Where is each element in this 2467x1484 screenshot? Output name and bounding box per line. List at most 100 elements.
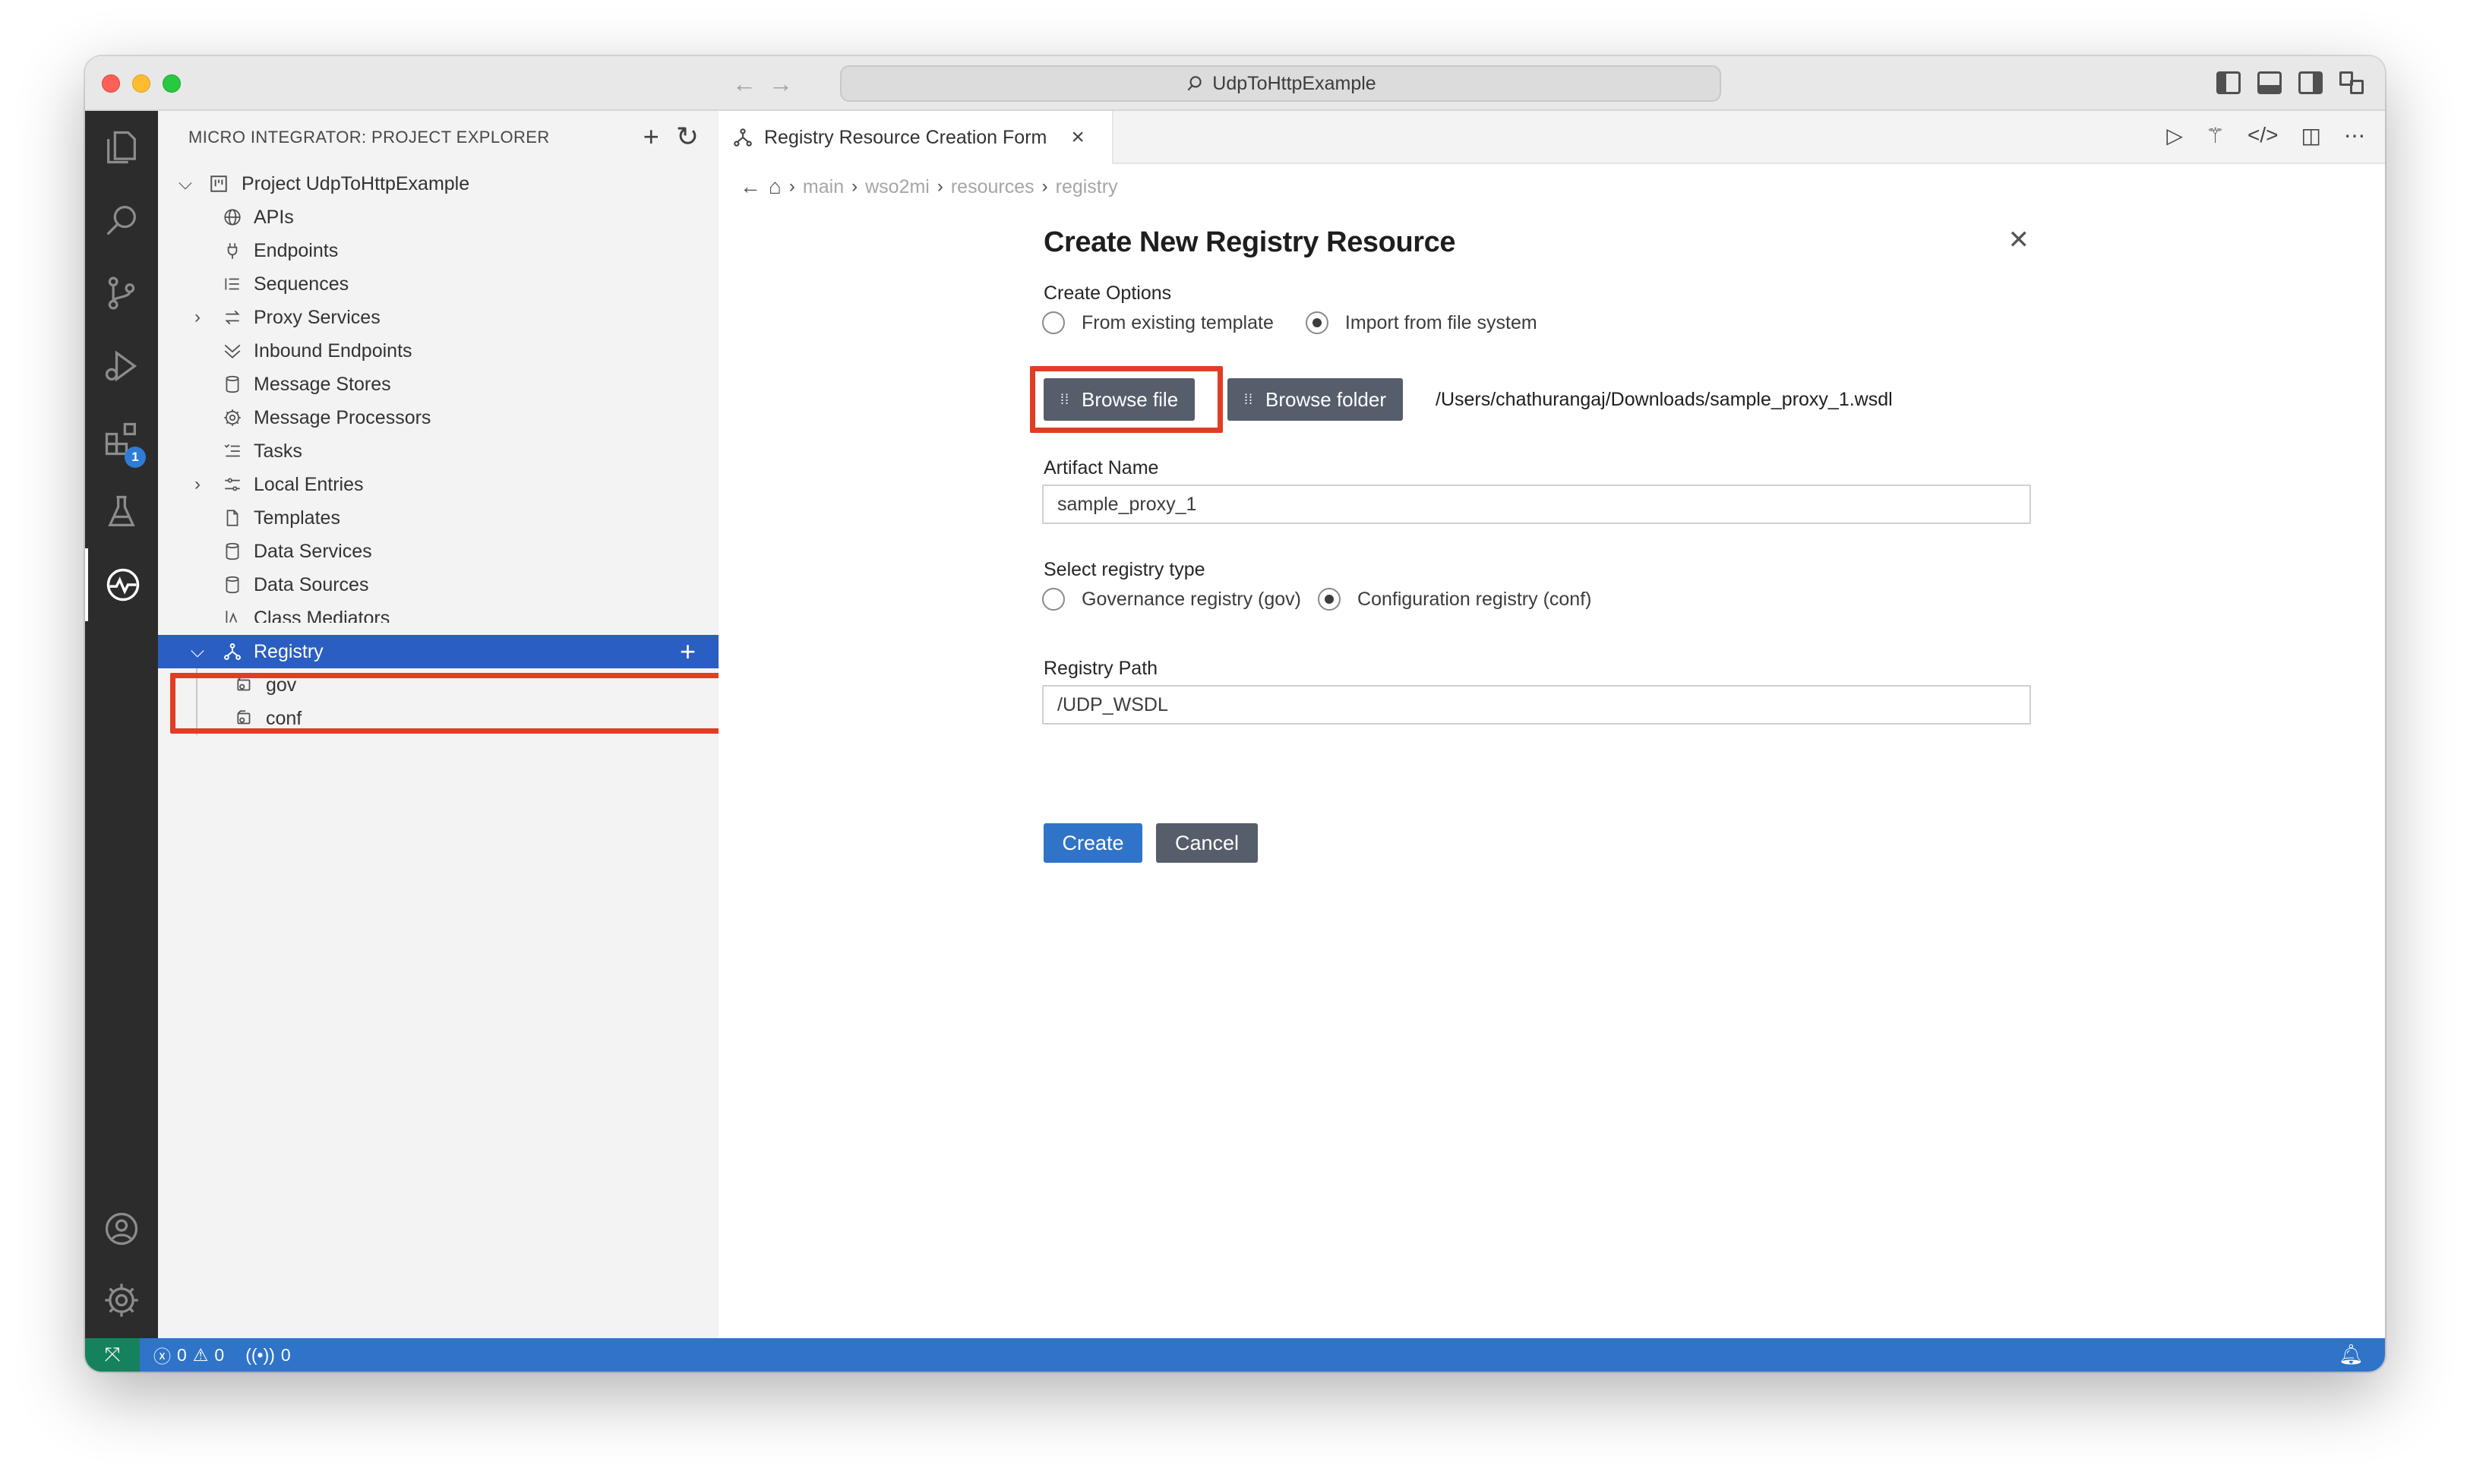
micro-integrator-icon[interactable]: [85, 548, 158, 621]
settings-gear-icon[interactable]: [85, 1264, 158, 1337]
extensions-icon[interactable]: 1: [85, 403, 158, 475]
error-count: 0: [177, 1344, 187, 1365]
app-window: ← → UdpToHttpExample 1 MICRO INTEGRATOR:…: [85, 56, 2385, 1372]
notifications-bell-icon[interactable]: 🔔︎: [2339, 1343, 2364, 1366]
arrows-icon: [222, 307, 243, 328]
tree-item-label: Endpoints: [254, 239, 339, 261]
testing-flask-icon[interactable]: [85, 475, 158, 548]
tree-item-data-sources[interactable]: Data Sources: [158, 568, 719, 601]
close-window-button[interactable]: [102, 74, 120, 93]
plug-icon: [222, 240, 243, 261]
tree-item-templates[interactable]: Templates: [158, 501, 719, 535]
chevron-right-icon: ›: [194, 474, 201, 494]
tree-item-apis[interactable]: APIs: [158, 200, 719, 234]
tree-item-local-entries[interactable]: › Local Entries: [158, 468, 719, 501]
tree-item-label: Data Services: [254, 540, 372, 562]
globe-icon: [222, 207, 243, 228]
radio-from-template[interactable]: [1042, 311, 1065, 334]
close-tab-icon[interactable]: ×: [1071, 125, 1085, 150]
error-icon: ⓧ: [153, 1347, 171, 1366]
command-center-search[interactable]: UdpToHttpExample: [840, 65, 1721, 102]
tree-item-data-services[interactable]: Data Services: [158, 535, 719, 568]
tab-label: Registry Resource Creation Form: [764, 126, 1047, 148]
radio-configuration-registry[interactable]: [1318, 588, 1341, 611]
radio-label: Governance registry (gov): [1082, 588, 1302, 610]
chevron-right-icon: ›: [788, 176, 795, 197]
breadcrumb-item[interactable]: wso2mi: [865, 176, 930, 198]
registry-path-input[interactable]: /UDP_WSDL: [1042, 685, 2031, 725]
run-debug-icon[interactable]: [85, 330, 158, 403]
broadcast-icon: ((•)): [245, 1344, 275, 1365]
tree-item-label: Data Sources: [254, 573, 369, 595]
explorer-icon[interactable]: [85, 111, 158, 184]
file-icon: [222, 507, 243, 529]
tree-item-label: Templates: [254, 507, 340, 529]
tree-item-registry[interactable]: ⌵ Registry +: [158, 635, 719, 668]
tree-item-class-mediators[interactable]: Class Mediators: [158, 601, 719, 623]
close-icon[interactable]: ✕: [2008, 225, 2030, 255]
tree-item-message-stores[interactable]: Message Stores: [158, 368, 719, 401]
tree-item-label: Message Processors: [254, 406, 431, 428]
folder-icon: ⁞⁞: [1244, 391, 1254, 407]
customize-layout-icon[interactable]: [2339, 71, 2364, 94]
radio-import-file-system[interactable]: [1305, 311, 1328, 334]
remote-indicator-icon[interactable]: ⤧: [85, 1338, 140, 1372]
add-icon[interactable]: +: [643, 122, 659, 152]
back-arrow-icon[interactable]: ←: [732, 70, 757, 97]
tree-item-inbound-endpoints[interactable]: Inbound Endpoints: [158, 334, 719, 368]
source-code-icon[interactable]: </>: [2247, 123, 2278, 148]
home-icon[interactable]: ⌂: [769, 175, 782, 199]
split-editor-icon[interactable]: ◫: [2301, 123, 2321, 148]
artifact-name-input[interactable]: sample_proxy_1: [1042, 485, 2031, 524]
problems-indicator[interactable]: ⓧ 0 ⚠ 0: [153, 1342, 224, 1368]
more-actions-icon[interactable]: ⋯: [2344, 123, 2365, 148]
editor-area: Registry Resource Creation Form × ▷ ⚚ </…: [719, 111, 2385, 1338]
tree-item-label: Registry: [254, 640, 324, 662]
sidebar-header: MICRO INTEGRATOR: PROJECT EXPLORER: [188, 128, 550, 147]
breadcrumb: ← ⌂ › main › wso2mi › resources › regist…: [740, 173, 1118, 200]
toggle-panel-icon[interactable]: [2257, 71, 2282, 94]
magic-wand-icon[interactable]: ⚚: [2206, 123, 2225, 148]
registry-type-label: Select registry type: [1044, 559, 1205, 580]
breadcrumb-item[interactable]: main: [803, 176, 844, 198]
chevron-right-icon: ›: [194, 307, 201, 327]
browse-folder-button[interactable]: ⁞⁞ Browse folder: [1227, 378, 1403, 421]
tree-item-sequences[interactable]: Sequences: [158, 267, 719, 301]
cancel-button[interactable]: Cancel: [1156, 823, 1258, 863]
tree-item-message-processors[interactable]: Message Processors: [158, 401, 719, 434]
tree-item-label: Class Mediators: [254, 608, 390, 623]
add-registry-icon[interactable]: +: [680, 635, 696, 668]
registry-path-label: Registry Path: [1044, 658, 1158, 679]
chevron-down-icon: ⌵: [178, 173, 193, 194]
account-icon[interactable]: [85, 1192, 158, 1265]
tree-item-endpoints[interactable]: Endpoints: [158, 234, 719, 267]
maximize-window-button[interactable]: [163, 74, 181, 93]
tab-registry-resource-form[interactable]: Registry Resource Creation Form ×: [719, 111, 1113, 164]
project-tree: ⌵ Project UdpToHttpExample APIs Endpoint…: [158, 167, 719, 735]
tree-project[interactable]: ⌵ Project UdpToHttpExample: [158, 167, 719, 200]
tree-item-tasks[interactable]: Tasks: [158, 434, 719, 468]
chevron-right-icon: ›: [851, 176, 858, 197]
form-title: Create New Registry Resource: [1044, 226, 1456, 258]
selected-file-path: /Users/chathurangaj/Downloads/sample_pro…: [1436, 389, 1893, 410]
toggle-secondary-sidebar-icon[interactable]: [2298, 71, 2323, 94]
radio-governance-registry[interactable]: [1042, 588, 1065, 611]
tree-item-proxy-services[interactable]: › Proxy Services: [158, 301, 719, 334]
run-icon[interactable]: ▷: [2166, 123, 2183, 148]
minimize-window-button[interactable]: [132, 74, 150, 93]
source-control-icon[interactable]: [85, 257, 158, 330]
search-icon[interactable]: [85, 184, 158, 257]
ports-indicator[interactable]: ((•)) 0: [245, 1345, 291, 1366]
database-icon: [222, 541, 243, 562]
refresh-icon[interactable]: ↻: [676, 122, 699, 152]
warning-icon: ⚠: [192, 1344, 209, 1365]
breadcrumb-item[interactable]: registry: [1056, 176, 1118, 198]
tab-bar: Registry Resource Creation Form × ▷ ⚚ </…: [719, 111, 2385, 164]
forward-arrow-icon[interactable]: →: [769, 70, 793, 97]
back-arrow-icon[interactable]: ←: [740, 175, 761, 199]
toggle-primary-sidebar-icon[interactable]: [2216, 71, 2241, 94]
create-button[interactable]: Create: [1044, 823, 1142, 863]
breadcrumb-item[interactable]: resources: [951, 176, 1034, 198]
search-icon: [1187, 76, 1202, 91]
chevron-right-icon: ›: [937, 176, 943, 197]
